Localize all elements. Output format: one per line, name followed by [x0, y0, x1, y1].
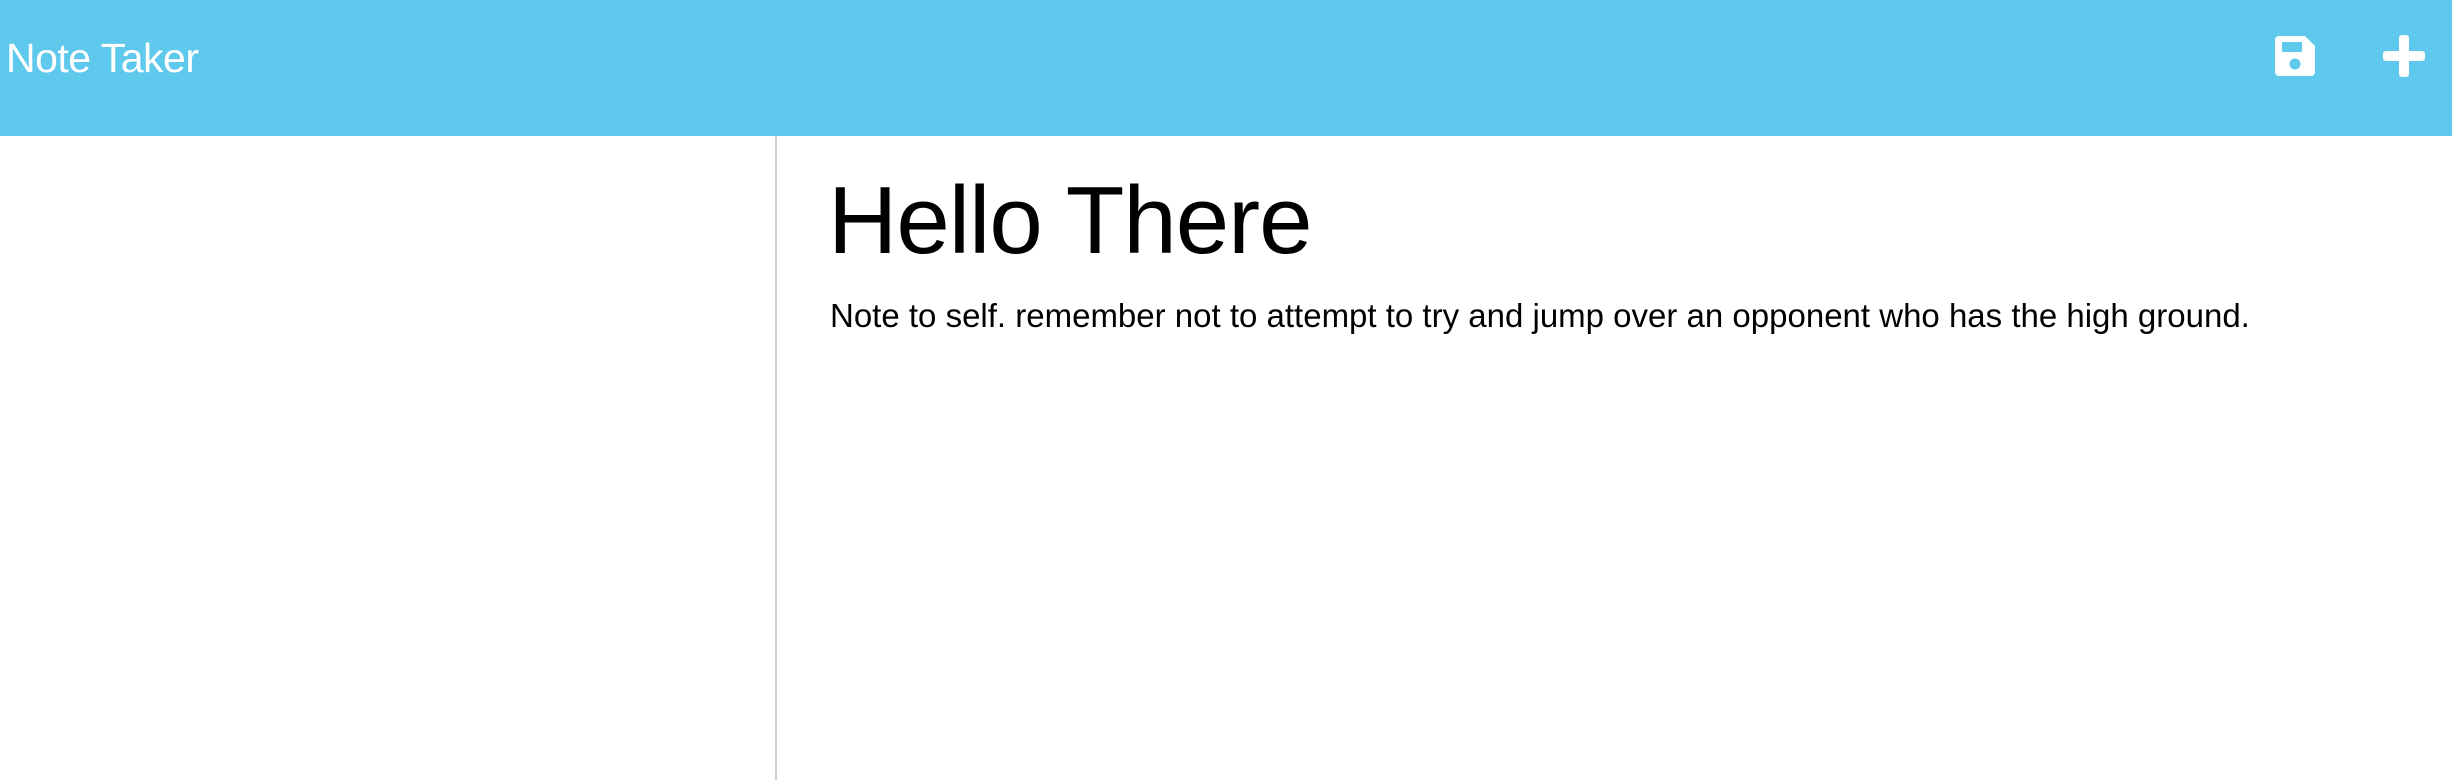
note-view: Hello There Note to self. remember not t… [777, 136, 2452, 780]
navbar: Note Taker [0, 0, 2452, 136]
add-note-button[interactable] [2380, 32, 2428, 80]
note-text: Note to self. remember not to attempt to… [830, 297, 2250, 334]
note-title: Hello There [828, 167, 1312, 274]
notes-sidebar[interactable] [0, 136, 777, 780]
floppy-disk-icon [2275, 36, 2315, 76]
save-note-button[interactable] [2271, 32, 2319, 80]
plus-icon [2383, 35, 2425, 77]
app-title: Note Taker [6, 35, 199, 81]
